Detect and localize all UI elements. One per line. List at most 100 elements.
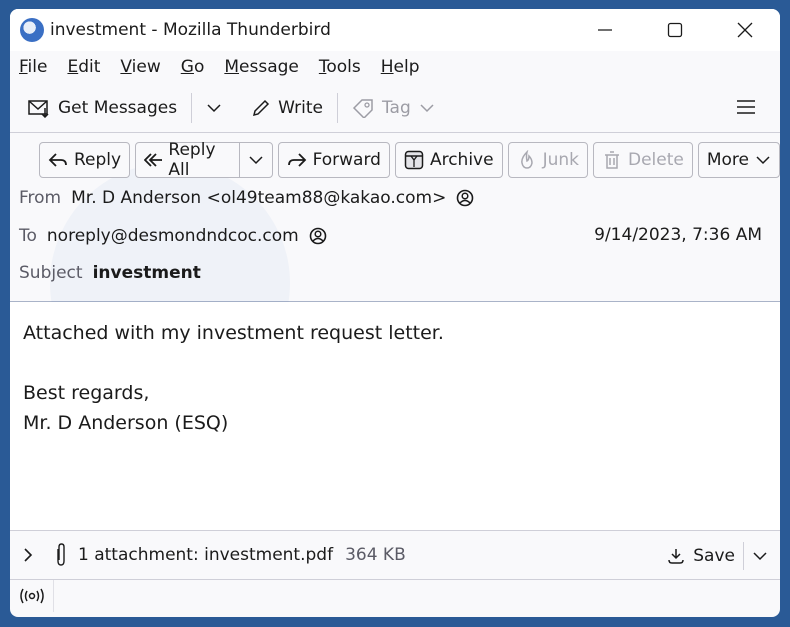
from-label: From [19,188,62,208]
reply-all-group: Reply All [135,140,273,180]
reply-label: Reply [74,150,122,170]
tag-label: Tag [381,97,411,118]
thunderbird-window: investment - Mozilla Thunderbird File Ed… [10,9,780,617]
get-messages-dropdown[interactable] [202,100,226,116]
toolbar-separator [191,92,193,123]
junk-label: Junk [542,150,579,170]
chevron-down-icon [207,103,221,112]
attachment-size: 364 KB [345,545,406,565]
menu-help-accel: H [380,57,394,77]
save-dropdown-chevron-icon[interactable] [752,548,768,564]
message-header: Reply Reply All Forward Archive Junk Del… [10,133,780,403]
message-body: Attached with my investment request lett… [10,302,780,531]
get-messages-button[interactable]: Get Messages [24,98,181,118]
junk-flame-icon [520,150,533,169]
chevron-down-icon [756,156,770,165]
save-button[interactable]: Save [693,546,735,566]
save-separator [743,541,744,570]
hamburger-menu-icon [737,100,755,114]
menu-help-label: elp [393,57,420,77]
junk-button[interactable]: Junk [507,142,588,178]
contact-icon[interactable] [309,227,327,245]
chevron-right-icon[interactable] [20,547,36,563]
reply-all-icon [144,153,163,167]
menu-message-accel: M [224,57,240,77]
write-button[interactable]: Write [248,98,327,118]
body-line [23,348,767,378]
reply-all-dropdown[interactable] [238,143,272,177]
menu-message[interactable]: Message [224,57,299,77]
trash-icon [604,151,619,169]
get-messages-label: Get Messages [58,97,178,118]
attachment-summary[interactable]: 1 attachment: investment.pdf [78,545,333,565]
menu-go-label: o [193,57,205,77]
attachment-bar: 1 attachment: investment.pdf 364 KB Save [10,531,780,580]
window-controls [570,9,780,51]
archive-button[interactable]: Archive [394,142,503,178]
from-row: From Mr. D Anderson <ol49team88@kakao.co… [19,188,474,208]
minimize-icon [598,29,612,31]
app-menu-button[interactable] [736,99,756,115]
title-bar: investment - Mozilla Thunderbird [10,9,780,51]
get-messages-icon [28,99,49,118]
main-toolbar: Get Messages Write Tag [10,83,780,133]
minimize-button[interactable] [570,9,640,51]
to-row: To noreply@desmondndcoc.com [19,226,327,246]
menu-help[interactable]: Help [381,57,420,77]
menu-file[interactable]: File [19,57,47,77]
chevron-down-icon [420,103,434,112]
chevron-down-icon [249,156,263,165]
forward-icon [287,153,306,167]
reply-button[interactable]: Reply [39,142,131,178]
menu-go[interactable]: Go [181,57,205,77]
reply-all-button[interactable]: Reply All [136,140,232,180]
reply-icon [48,153,67,167]
close-button[interactable] [710,9,780,51]
archive-label: Archive [429,150,494,170]
forward-button[interactable]: Forward [277,142,390,178]
menu-bar: File Edit View Go Message Tools Help [10,51,780,83]
menu-view-label: iew [131,57,161,77]
tag-button[interactable]: Tag [348,98,439,118]
to-label: To [19,226,37,246]
archive-icon [404,150,424,170]
message-actions: Reply Reply All Forward Archive Junk Del… [39,140,780,180]
body-line: Mr. D Anderson (ESQ) [23,412,229,434]
save-group: Save [667,531,768,580]
menu-edit-accel: E [67,57,79,77]
thunderbird-logo-icon [20,18,44,42]
reply-all-label: Reply All [168,140,216,180]
menu-tools[interactable]: Tools [319,57,361,77]
menu-edit-label: dit [78,57,101,77]
menu-tools-label: ools [326,57,361,77]
contact-icon[interactable] [456,189,474,207]
maximize-button[interactable] [640,9,710,51]
menu-view-accel: V [120,57,132,77]
subject-row: Subject investment [19,263,201,283]
tag-icon [352,98,373,118]
message-date: 9/14/2023, 7:36 AM [594,225,762,245]
body-line: Attached with my investment request lett… [23,322,444,344]
menu-edit[interactable]: Edit [67,57,100,77]
forward-label: Forward [312,150,381,170]
maximize-icon [667,22,683,38]
online-status-button[interactable] [10,580,54,612]
to-value[interactable]: noreply@desmondndcoc.com [47,226,299,246]
menu-view[interactable]: View [120,57,160,77]
body-line: Best regards, [23,382,150,404]
subject-label: Subject [19,263,83,283]
status-bar [10,580,780,612]
paperclip-icon [57,543,65,566]
download-icon [668,548,685,564]
window-title: investment - Mozilla Thunderbird [50,20,331,40]
from-value[interactable]: Mr. D Anderson <ol49team88@kakao.com> [71,188,446,208]
write-label: Write [278,97,323,118]
more-button[interactable]: More [697,142,780,178]
delete-button[interactable]: Delete [592,142,693,178]
subject-value: investment [92,263,201,283]
delete-label: Delete [627,150,684,170]
more-label: More [706,150,749,170]
toolbar-separator [336,92,338,123]
close-icon [737,22,753,38]
menu-file-label: ile [27,57,48,77]
